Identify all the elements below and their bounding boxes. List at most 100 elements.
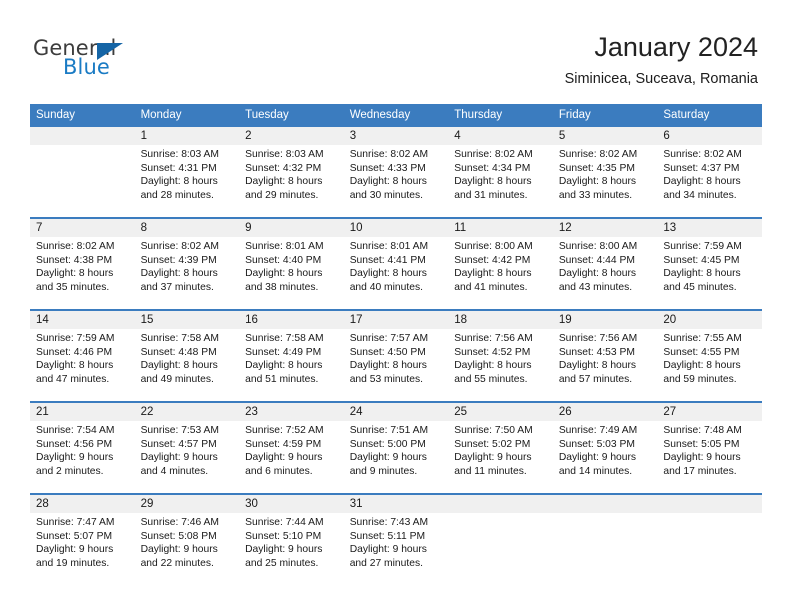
day-number: 5 [552, 127, 658, 145]
calendar-day-cell[interactable]: 6 Sunrise: 8:02 AM Sunset: 4:37 PM Daylight… [657, 127, 762, 218]
day-sun-details: Sunrise: 7:48 AM Sunset: 5:05 PM Daylight:… [657, 421, 762, 478]
day-cell-inner [552, 495, 658, 585]
calendar-day-cell[interactable]: 29 Sunrise: 7:46 AM Sunset: 5:08 PM Dayligh… [134, 493, 240, 585]
daylight-minutes-text: and 11 minutes. [454, 465, 527, 477]
calendar-day-cell[interactable]: 23 Sunrise: 7:52 AM Sunset: 4:59 PM Dayligh… [239, 401, 344, 494]
day-number: 9 [239, 219, 344, 237]
daylight-minutes-text: and 22 minutes. [140, 557, 214, 569]
calendar-day-cell[interactable]: 28 Sunrise: 7:47 AM Sunset: 5:07 PM Dayligh… [30, 493, 135, 585]
daylight-text: Daylight: 8 hours [663, 268, 741, 280]
calendar-day-cell[interactable]: 17 Sunrise: 7:57 AM Sunset: 4:50 PM Dayligh… [343, 309, 449, 402]
sunset-text: Sunset: 4:56 PM [36, 438, 113, 450]
daylight-minutes-text: and 53 minutes. [349, 373, 423, 385]
day-cell-inner: 14 Sunrise: 7:59 AM Sunset: 4:46 PM Dayligh… [30, 311, 135, 401]
daylight-text: Daylight: 8 hours [558, 360, 637, 372]
day-sun-details: Sunrise: 7:43 AM Sunset: 5:11 PM Daylight:… [344, 513, 449, 570]
sunset-text: Sunset: 4:37 PM [663, 162, 740, 174]
day-sun-details: Sunrise: 8:01 AM Sunset: 4:40 PM Daylight:… [239, 237, 344, 294]
daylight-minutes-text: and 38 minutes. [245, 281, 319, 293]
calendar-day-cell[interactable]: 19 Sunrise: 7:56 AM Sunset: 4:53 PM Dayligh… [552, 309, 658, 402]
calendar-day-cell[interactable]: 7 Sunrise: 8:02 AM Sunset: 4:38 PM Daylight… [30, 217, 135, 310]
calendar-day-cell[interactable]: 9 Sunrise: 8:01 AM Sunset: 4:40 PM Daylight… [239, 217, 344, 310]
calendar-day-cell[interactable]: 8 Sunrise: 8:02 AM Sunset: 4:39 PM Daylight… [134, 217, 240, 310]
day-cell-inner: 3 Sunrise: 8:02 AM Sunset: 4:33 PM Daylight… [343, 127, 449, 217]
calendar-day-cell[interactable]: 22 Sunrise: 7:53 AM Sunset: 4:57 PM Dayligh… [134, 401, 240, 494]
sunset-text: Sunset: 5:03 PM [558, 438, 635, 450]
daylight-minutes-text: and 29 minutes. [245, 189, 319, 201]
calendar-day-cell[interactable]: 15 Sunrise: 7:58 AM Sunset: 4:48 PM Dayligh… [134, 309, 240, 402]
day-sun-details: Sunrise: 7:57 AM Sunset: 4:50 PM Daylight:… [344, 329, 449, 386]
calendar-day-cell[interactable]: 26 Sunrise: 7:49 AM Sunset: 5:03 PM Dayligh… [552, 401, 658, 494]
calendar-day-cell[interactable]: 10 Sunrise: 8:01 AM Sunset: 4:41 PM Dayligh… [343, 217, 449, 310]
calendar-day-cell[interactable]: 2 Sunrise: 8:03 AM Sunset: 4:32 PM Daylight… [239, 127, 344, 218]
day-cell-inner: 2 Sunrise: 8:03 AM Sunset: 4:32 PM Daylight… [239, 127, 344, 217]
daylight-text: Daylight: 9 hours [140, 452, 218, 464]
daylight-text: Daylight: 8 hours [349, 268, 427, 280]
calendar-day-cell[interactable]: 5 Sunrise: 8:02 AM Sunset: 4:35 PM Daylight… [552, 127, 658, 218]
weekday-header-wednesday: Wednesday [343, 104, 449, 127]
day-cell-inner [657, 495, 762, 585]
day-cell-inner: 4 Sunrise: 8:02 AM Sunset: 4:34 PM Daylight… [448, 127, 553, 217]
calendar-day-cell[interactable]: 1 Sunrise: 8:03 AM Sunset: 4:31 PM Daylight… [134, 127, 240, 218]
calendar-day-cell[interactable]: 27 Sunrise: 7:48 AM Sunset: 5:05 PM Dayligh… [657, 401, 762, 494]
calendar-day-cell[interactable]: 31 Sunrise: 7:43 AM Sunset: 5:11 PM Dayligh… [343, 493, 449, 585]
sunset-text: Sunset: 4:48 PM [140, 346, 217, 358]
sunrise-text: Sunrise: 7:59 AM [663, 241, 742, 252]
day-sun-details: Sunrise: 7:51 AM Sunset: 5:00 PM Daylight:… [344, 421, 449, 478]
calendar-day-cell[interactable]: 13 Sunrise: 7:59 AM Sunset: 4:45 PM Dayligh… [657, 217, 762, 310]
calendar-day-cell[interactable]: 18 Sunrise: 7:56 AM Sunset: 4:52 PM Dayligh… [448, 309, 553, 402]
calendar-day-cell[interactable]: 25 Sunrise: 7:50 AM Sunset: 5:02 PM Dayligh… [448, 401, 553, 494]
day-number: 24 [343, 403, 449, 421]
weekday-header-tuesday: Tuesday [239, 104, 344, 127]
daylight-text: Daylight: 9 hours [558, 452, 637, 464]
day-cell-inner: 25 Sunrise: 7:50 AM Sunset: 5:02 PM Dayligh… [448, 403, 553, 493]
daylight-text: Daylight: 8 hours [245, 268, 323, 280]
daylight-minutes-text: and 25 minutes. [245, 557, 319, 569]
calendar-day-cell[interactable]: 24 Sunrise: 7:51 AM Sunset: 5:00 PM Dayligh… [343, 401, 449, 494]
day-cell-inner: 17 Sunrise: 7:57 AM Sunset: 4:50 PM Dayligh… [343, 311, 449, 401]
day-number: 6 [657, 127, 762, 145]
day-sun-details: Sunrise: 7:44 AM Sunset: 5:10 PM Daylight:… [239, 513, 344, 570]
daylight-text: Daylight: 8 hours [349, 360, 427, 372]
day-cell-inner: 10 Sunrise: 8:01 AM Sunset: 4:41 PM Dayligh… [343, 219, 449, 309]
daylight-minutes-text: and 35 minutes. [36, 281, 110, 293]
day-cell-inner: 7 Sunrise: 8:02 AM Sunset: 4:38 PM Daylight… [30, 219, 135, 309]
calendar-day-cell[interactable]: 3 Sunrise: 8:02 AM Sunset: 4:33 PM Daylight… [343, 127, 449, 218]
weekday-header-sunday: Sunday [30, 104, 135, 127]
daylight-minutes-text: and 34 minutes. [663, 189, 737, 201]
daylight-text: Daylight: 9 hours [245, 452, 323, 464]
daylight-text: Daylight: 8 hours [140, 360, 218, 372]
title-block: January 2024 Siminicea, Suceava, Romania [565, 30, 758, 88]
sunset-text: Sunset: 5:11 PM [349, 530, 426, 542]
day-cell-inner: 12 Sunrise: 8:00 AM Sunset: 4:44 PM Dayligh… [552, 219, 658, 309]
sunset-text: Sunset: 4:33 PM [349, 162, 426, 174]
calendar-day-cell[interactable]: 14 Sunrise: 7:59 AM Sunset: 4:46 PM Dayligh… [30, 309, 135, 402]
sunset-text: Sunset: 4:49 PM [245, 346, 322, 358]
calendar-day-cell[interactable]: 30 Sunrise: 7:44 AM Sunset: 5:10 PM Dayligh… [239, 493, 344, 585]
day-number: 10 [343, 219, 449, 237]
day-number: 17 [343, 311, 449, 329]
daylight-text: Daylight: 9 hours [245, 544, 323, 556]
daylight-text: Daylight: 8 hours [558, 176, 637, 188]
day-number: 4 [448, 127, 553, 145]
calendar-day-cell[interactable]: 4 Sunrise: 8:02 AM Sunset: 4:34 PM Daylight… [448, 127, 553, 218]
calendar-day-cell[interactable]: 16 Sunrise: 7:58 AM Sunset: 4:49 PM Dayligh… [239, 309, 344, 402]
general-blue-logo[interactable]: General Blue [33, 36, 213, 82]
daylight-text: Daylight: 9 hours [36, 452, 114, 464]
calendar-day-cell[interactable]: 21 Sunrise: 7:54 AM Sunset: 4:56 PM Dayligh… [30, 401, 135, 494]
day-cell-inner: 29 Sunrise: 7:46 AM Sunset: 5:08 PM Dayligh… [134, 495, 240, 585]
day-cell-inner: 21 Sunrise: 7:54 AM Sunset: 4:56 PM Dayligh… [30, 403, 135, 493]
page-subtitle: Siminicea, Suceava, Romania [564, 71, 758, 87]
sunrise-text: Sunrise: 7:46 AM [140, 517, 219, 528]
day-number: 20 [657, 311, 762, 329]
daylight-minutes-text: and 14 minutes. [558, 465, 633, 477]
day-number [30, 127, 135, 145]
daylight-text: Daylight: 8 hours [36, 268, 114, 280]
calendar-day-cell[interactable]: 12 Sunrise: 8:00 AM Sunset: 4:44 PM Dayligh… [552, 217, 658, 310]
day-cell-inner: 19 Sunrise: 7:56 AM Sunset: 4:53 PM Dayligh… [552, 311, 658, 401]
calendar-day-cell[interactable]: 11 Sunrise: 8:00 AM Sunset: 4:42 PM Dayligh… [448, 217, 553, 310]
sunset-text: Sunset: 4:46 PM [36, 346, 113, 358]
day-number: 2 [239, 127, 344, 145]
calendar-day-cell[interactable]: 20 Sunrise: 7:55 AM Sunset: 4:55 PM Dayligh… [657, 309, 762, 402]
sunrise-text: Sunrise: 8:02 AM [140, 241, 219, 252]
